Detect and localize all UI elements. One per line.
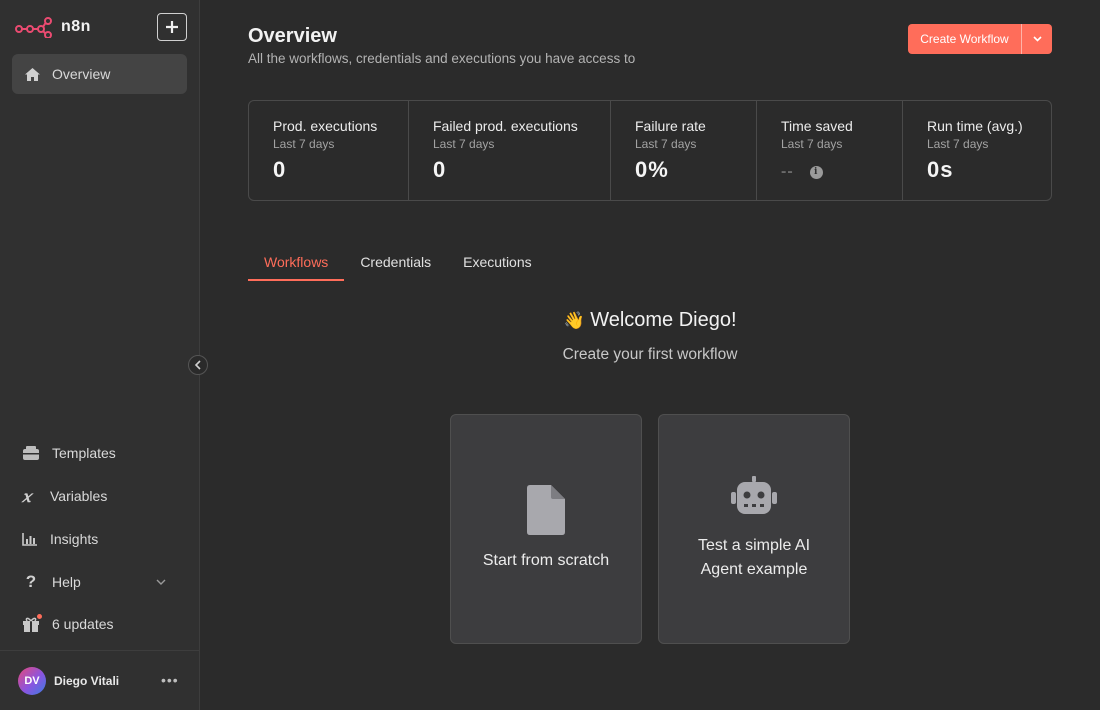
logo[interactable]: n8n [15,16,91,38]
tab-credentials[interactable]: Credentials [344,254,447,281]
file-icon [527,485,565,535]
stat-period: Last 7 days [781,137,843,151]
tab-executions[interactable]: Executions [447,254,547,281]
sidebar-item-variables[interactable]: 𝑥 Variables [22,484,182,508]
page-subtitle: All the workflows, credentials and execu… [248,51,636,66]
home-icon [25,67,40,81]
sidebar-item-label: 6 updates [52,616,114,632]
stat-title: Time saved [781,118,853,134]
sidebar-item-help[interactable]: ? Help [22,570,182,594]
sidebar-item-label: Overview [52,66,111,82]
create-options-dropdown[interactable] [1022,24,1052,54]
stat-failure-rate[interactable]: Failure rate Last 7 days 0% [611,101,757,200]
chevron-down-icon[interactable] [156,579,166,585]
stat-value: 0s [927,157,954,182]
divider [0,650,200,651]
user-menu[interactable]: DV Diego Vitali ••• [18,667,183,695]
user-name: Diego Vitali [54,674,120,688]
stat-title: Run time (avg.) [927,118,1023,134]
stat-period: Last 7 days [433,137,495,151]
n8n-logo-icon [15,17,52,38]
welcome-subtitle: Create your first workflow [562,346,738,363]
sidebar-item-overview[interactable]: Overview [12,54,187,94]
info-icon[interactable]: i [809,165,823,179]
logo-text: n8n [61,18,91,35]
question-icon: ? [25,572,37,591]
stat-value: 0 [273,157,287,182]
stat-period: Last 7 days [273,137,335,151]
stat-value: 0 [433,157,447,182]
stat-time-saved[interactable]: Time saved Last 7 days -- i [757,101,903,200]
sidebar-item-label: Help [52,574,81,590]
sidebar-item-templates[interactable]: Templates [22,441,182,465]
stat-period: Last 7 days [635,137,697,151]
sidebar-item-label: Insights [50,531,99,547]
stat-period: Last 7 days [927,137,989,151]
create-workflow-button[interactable]: Create Workflow [908,24,1052,54]
templates-icon [23,445,39,460]
start-from-scratch-card[interactable]: Start from scratch [450,414,642,644]
page-title: Overview [248,25,337,47]
sidebar: n8n Overview Templates 𝑥 Variables Insig… [0,0,200,710]
gift-icon [22,613,43,632]
stat-failed-executions[interactable]: Failed prod. executions Last 7 days 0 [409,101,611,200]
notification-dot [36,613,43,620]
card-label: Test a simple AI Agent example [698,534,810,582]
wave-emoji: 👋 [563,311,585,330]
chevron-down-icon [1032,36,1042,42]
card-label-line: Test a simple AI [697,537,811,554]
collapse-sidebar-button[interactable] [188,355,208,375]
welcome-title: Welcome Diego! [590,309,737,331]
more-options-icon[interactable]: ••• [161,672,179,688]
stat-title: Failed prod. executions [433,118,578,134]
plus-icon [166,21,178,33]
robot-icon [731,476,777,514]
stat-title: Failure rate [635,118,706,134]
chart-icon [22,533,37,546]
card-label-line: Agent example [700,561,808,578]
sidebar-item-updates[interactable]: 6 updates [22,612,182,636]
sidebar-item-label: Templates [52,445,116,461]
variable-icon: 𝑥 [22,486,32,506]
chevron-left-icon [194,360,201,370]
tabs: Workflows Credentials Executions [248,254,548,281]
stat-value-row: -- i [781,163,902,181]
welcome-heading: 👋 Welcome Diego! [248,309,1052,332]
sidebar-item-label: Variables [50,488,108,504]
avatar: DV [18,667,46,695]
stat-value: -- [781,163,794,180]
create-workflow-label[interactable]: Create Workflow [908,24,1021,54]
sidebar-item-insights[interactable]: Insights [22,527,182,551]
tab-workflows[interactable]: Workflows [248,254,345,281]
card-label: Start from scratch [482,552,610,569]
stat-title: Prod. executions [273,118,378,134]
insights-summary: Prod. executions Last 7 days 0 Failed pr… [248,100,1052,201]
ai-agent-example-card[interactable]: Test a simple AI Agent example [658,414,850,644]
stat-run-time[interactable]: Run time (avg.) Last 7 days 0s [903,101,1051,200]
stat-value: 0% [635,157,669,182]
stat-prod-executions[interactable]: Prod. executions Last 7 days 0 [249,101,409,200]
add-button[interactable] [157,13,187,41]
